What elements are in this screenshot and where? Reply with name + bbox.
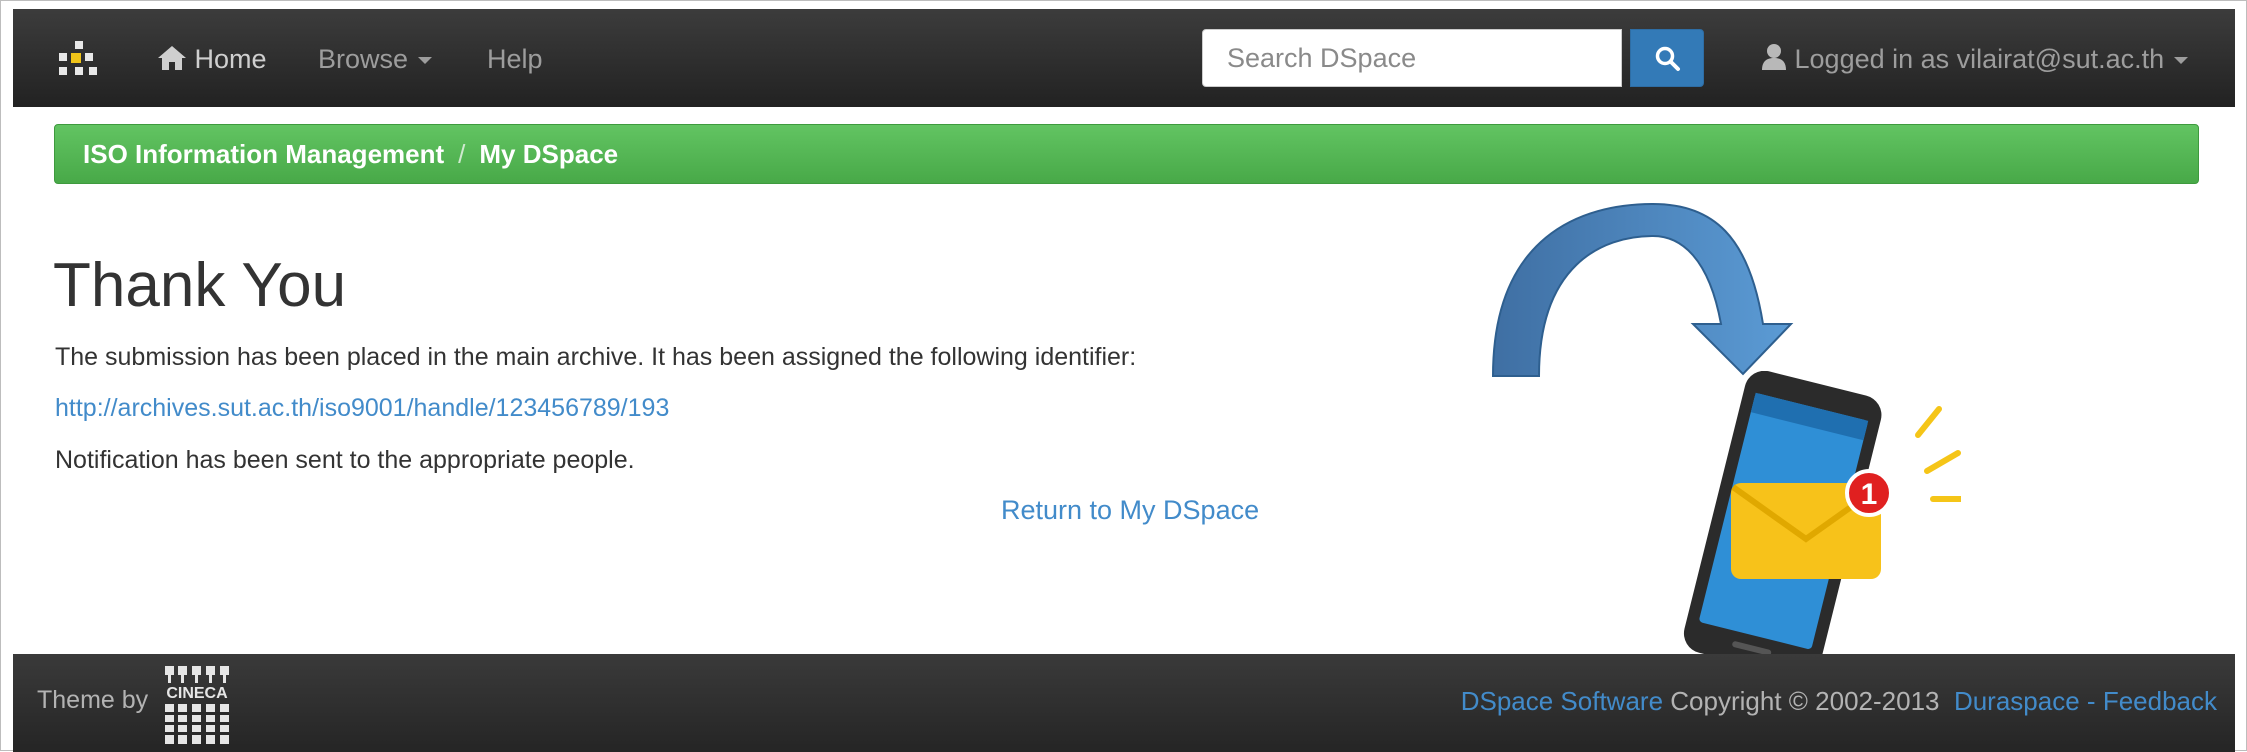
nav-help[interactable]: Help	[487, 37, 543, 81]
footer-credits: DSpace Software Copyright © 2002-2013 Du…	[1461, 686, 2217, 717]
theme-by-label: Theme by	[37, 686, 149, 714]
cineca-logo[interactable]: CINECA	[161, 664, 251, 750]
feedback-link[interactable]: Feedback	[2103, 686, 2217, 716]
cineca-logo-text: CINECA	[166, 685, 228, 702]
search-icon	[1655, 46, 1680, 71]
nav-browse-label: Browse	[318, 44, 409, 74]
duraspace-link[interactable]: Duraspace	[1954, 686, 2080, 716]
nav-home[interactable]: Home	[157, 37, 267, 81]
top-navbar: Home Browse Help Logged in as vilairat@s…	[13, 9, 2235, 107]
footer-dash: -	[2086, 686, 2096, 716]
nav-browse[interactable]: Browse	[318, 37, 433, 81]
breadcrumb-item-iso[interactable]: ISO Information Management	[83, 139, 444, 169]
user-menu[interactable]: Logged in as vilairat@sut.ac.th	[1761, 37, 2189, 81]
breadcrumb-item-mydspace: My DSpace	[479, 139, 619, 169]
submission-message: The submission has been placed in the ma…	[55, 343, 1137, 371]
search-button[interactable]	[1630, 29, 1704, 87]
identifier-link[interactable]: http://archives.sut.ac.th/iso9001/handle…	[55, 394, 669, 422]
notification-badge-count: 1	[1861, 478, 1878, 511]
dspace-software-link[interactable]: DSpace Software	[1461, 686, 1663, 716]
identifier-paragraph: http://archives.sut.ac.th/iso9001/handle…	[55, 394, 669, 423]
page-footer: Theme by CINECA DSpace Software Copyrigh…	[13, 654, 2235, 752]
return-to-mydspace-link[interactable]: Return to My DSpace	[1001, 495, 1259, 526]
user-icon	[1762, 44, 1786, 70]
curved-arrow-icon	[1491, 202, 1794, 377]
page-frame: Home Browse Help Logged in as vilairat@s…	[0, 0, 2247, 752]
search-input[interactable]	[1202, 29, 1622, 87]
breadcrumb: ISO Information Management / My DSpace	[54, 124, 2199, 184]
notification-message: Notification has been sent to the approp…	[55, 446, 635, 474]
phone-notification-icon: 1	[1683, 371, 1961, 678]
chevron-down-icon	[2174, 57, 2189, 65]
copyright-text: Copyright © 2002-2013	[1670, 686, 1940, 716]
chevron-down-icon	[418, 57, 433, 65]
home-icon	[158, 46, 186, 70]
nav-help-label: Help	[487, 44, 543, 74]
user-menu-label: Logged in as vilairat@sut.ac.th	[1794, 44, 2165, 74]
dspace-logo-icon[interactable]	[55, 39, 105, 79]
breadcrumb-separator: /	[458, 139, 466, 169]
nav-home-label: Home	[194, 44, 267, 74]
page-title: Thank You	[53, 251, 347, 320]
